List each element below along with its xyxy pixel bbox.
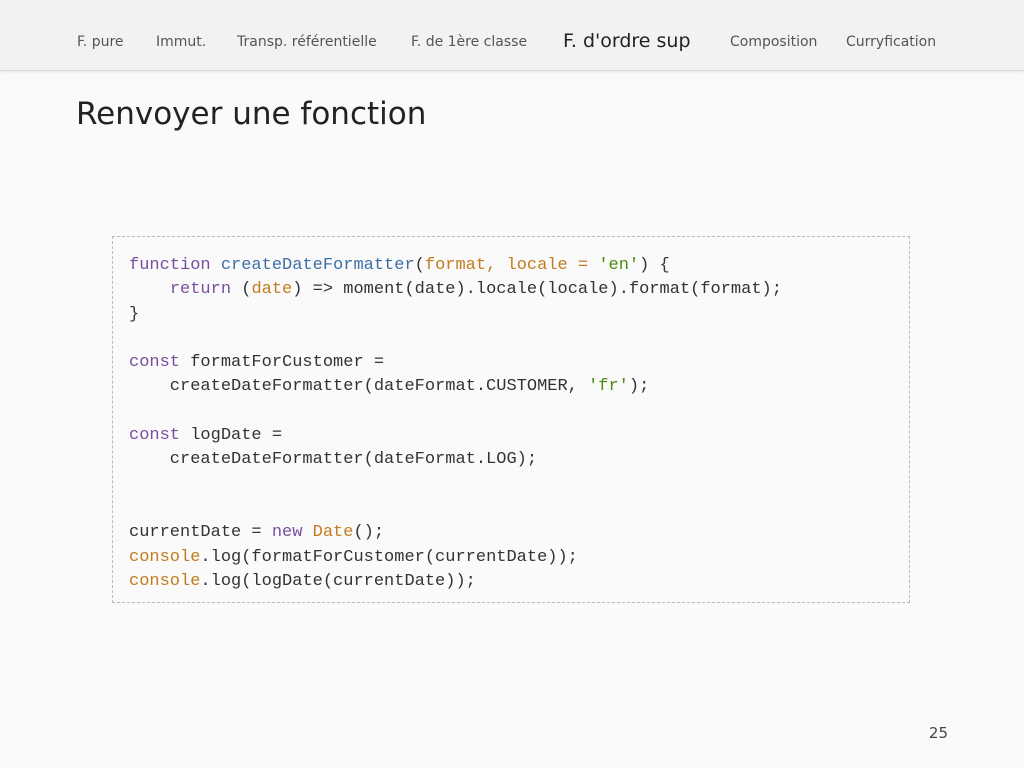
code-string: 'en' <box>598 256 640 275</box>
code-text: .log(logDate(currentDate)); <box>200 571 476 591</box>
code-identifier: console <box>129 547 201 567</box>
code-block: function createDateFormatter(format, loc… <box>129 254 782 594</box>
code-keyword: const <box>129 426 181 446</box>
page-number: 25 <box>928 724 948 742</box>
code-keyword: return <box>169 280 232 300</box>
code-text: ( <box>414 256 425 275</box>
nav-item-composition[interactable]: Composition <box>730 34 817 50</box>
code-keyword: const <box>129 353 181 373</box>
code-line: const formatForCustomer = <box>129 351 782 375</box>
code-text: ); <box>628 377 650 397</box>
nav-item-immutability[interactable]: Immut. <box>156 34 206 50</box>
nav-item-currying[interactable]: Curryfication <box>846 34 936 50</box>
nav-item-higher-order-functions[interactable]: F. d'ordre sup <box>563 30 691 52</box>
code-keyword: new <box>271 523 303 543</box>
code-line: createDateFormatter(dateFormat.LOG); <box>129 448 782 472</box>
code-text: formatForCustomer = <box>180 353 385 373</box>
code-text: .log(formatForCustomer(currentDate)); <box>200 547 578 567</box>
code-identifier: date <box>251 280 293 300</box>
code-function-name: createDateFormatter <box>220 256 415 275</box>
code-line: console.log(formatForCustomer(currentDat… <box>129 546 782 570</box>
code-identifier: Date <box>312 523 354 543</box>
code-line: createDateFormatter(dateFormat.CUSTOMER,… <box>129 375 782 399</box>
code-text: logDate = <box>180 426 283 446</box>
nav-item-first-class-functions[interactable]: F. de 1ère classe <box>411 34 527 50</box>
code-listing-box: function createDateFormatter(format, loc… <box>112 236 910 603</box>
code-line: } <box>129 303 782 327</box>
code-text: (); <box>353 523 385 543</box>
code-text: ) { <box>639 256 670 275</box>
slide-navigation: F. pure Immut. Transp. référentielle F. … <box>0 0 1024 71</box>
nav-item-pure-function[interactable]: F. pure <box>77 34 124 50</box>
code-text: createDateFormatter(dateFormat.LOG); <box>129 450 538 470</box>
code-line: currentDate = new Date(); <box>129 521 782 545</box>
code-keyword: function <box>129 256 211 275</box>
code-line: const logDate = <box>129 424 782 448</box>
nav-item-referential-transparency[interactable]: Transp. référentielle <box>237 34 377 50</box>
code-line: console.log(logDate(currentDate)); <box>129 570 782 594</box>
code-line: return (date) => moment(date).locale(loc… <box>129 278 782 302</box>
code-identifier: format, locale = <box>424 256 599 275</box>
code-text: currentDate = <box>129 523 272 543</box>
code-text: ) => moment(date).locale(locale).format(… <box>292 280 782 300</box>
slide-title: Renvoyer une fonction <box>76 96 427 132</box>
code-text: ( <box>231 280 252 300</box>
code-identifier: console <box>129 571 201 591</box>
code-line: function createDateFormatter(format, loc… <box>129 254 782 278</box>
code-text: } <box>129 304 140 324</box>
code-string: 'fr' <box>588 377 629 397</box>
code-text: createDateFormatter(dateFormat.CUSTOMER, <box>129 377 589 397</box>
